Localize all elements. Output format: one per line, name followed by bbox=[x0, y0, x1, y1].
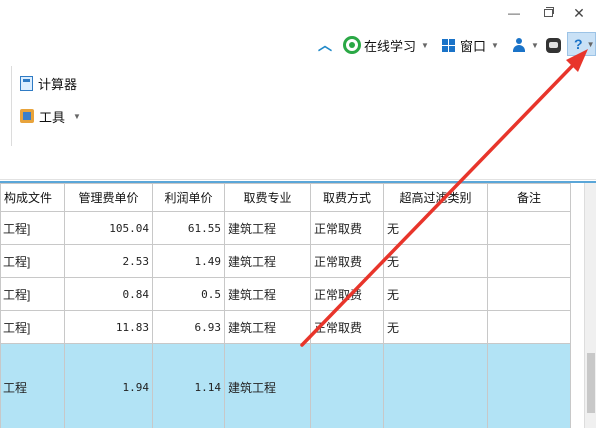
table-cell[interactable]: 工程] bbox=[0, 310, 65, 344]
table-row[interactable]: 工程] 11.83 6.93 建筑工程 正常取费 无 bbox=[0, 310, 571, 344]
table-cell[interactable] bbox=[487, 343, 571, 428]
table-cell[interactable]: 建筑工程 bbox=[224, 277, 311, 311]
table-cell[interactable]: 正常取费 bbox=[310, 244, 384, 278]
tools-label: 工具 bbox=[39, 109, 66, 125]
table-row[interactable]: 工程] 0.84 0.5 建筑工程 正常取费 无 bbox=[0, 277, 571, 311]
table-cell[interactable]: 建筑工程 bbox=[224, 310, 311, 344]
table-row[interactable]: 工程] 2.53 1.49 建筑工程 正常取费 无 bbox=[0, 244, 571, 278]
assistant-button[interactable] bbox=[546, 34, 561, 56]
column-header[interactable]: 构成文件 bbox=[0, 183, 65, 212]
table-cell[interactable]: 工程] bbox=[0, 211, 65, 245]
tools-icon bbox=[20, 109, 34, 123]
table-cell[interactable]: 无 bbox=[383, 211, 488, 245]
window-menu-label: 窗口 bbox=[460, 38, 487, 54]
table-cell[interactable]: 0.5 bbox=[152, 277, 225, 311]
robot-icon bbox=[546, 37, 561, 53]
table-cell[interactable]: 1.14 bbox=[152, 343, 225, 428]
window-grid-icon bbox=[442, 38, 455, 52]
column-header[interactable]: 超高过滤类别 bbox=[383, 183, 488, 212]
vertical-scrollbar[interactable] bbox=[584, 183, 596, 428]
user-icon bbox=[512, 38, 526, 52]
window-menu-button[interactable]: 窗口 ▼ bbox=[442, 34, 499, 56]
table-cell[interactable]: 建筑工程 bbox=[224, 244, 311, 278]
top-toolbar: ︿ 在线学习 ▼ 窗口 ▼ ▼ bbox=[0, 30, 596, 60]
table-row-selected[interactable]: 工程 1.94 1.14 建筑工程 bbox=[0, 343, 571, 428]
online-learning-button[interactable]: 在线学习 ▼ bbox=[343, 34, 429, 56]
ribbon-panel: 计算器 工具 ▼ bbox=[0, 60, 596, 180]
table-cell[interactable]: 无 bbox=[383, 310, 488, 344]
chevron-down-icon: ▼ bbox=[73, 111, 81, 121]
table-cell[interactable]: 无 bbox=[383, 277, 488, 311]
chevron-up-icon[interactable]: ︿ bbox=[318, 34, 332, 56]
column-header[interactable]: 取费方式 bbox=[310, 183, 384, 212]
calculator-label: 计算器 bbox=[38, 76, 78, 92]
table-cell[interactable]: 正常取费 bbox=[310, 277, 384, 311]
table-cell[interactable]: 正常取费 bbox=[310, 211, 384, 245]
table-cell[interactable]: 建筑工程 bbox=[224, 343, 311, 428]
table-cell[interactable]: 6.93 bbox=[152, 310, 225, 344]
table-cell[interactable] bbox=[383, 343, 488, 428]
chevron-down-icon: ▼ bbox=[421, 40, 429, 50]
table-row[interactable]: 工程] 105.04 61.55 建筑工程 正常取费 无 bbox=[0, 211, 571, 245]
help-icon: ? bbox=[574, 36, 583, 52]
title-bar: — ✕ bbox=[0, 0, 596, 30]
table-cell[interactable]: 建筑工程 bbox=[224, 211, 311, 245]
scrollbar-thumb[interactable] bbox=[587, 353, 595, 413]
table-cell[interactable]: 1.49 bbox=[152, 244, 225, 278]
table-cell[interactable] bbox=[487, 244, 571, 278]
table-cell[interactable]: 工程] bbox=[0, 277, 65, 311]
fee-table: 构成文件 管理费单价 利润单价 取费专业 取费方式 超高过滤类别 备注 工程] … bbox=[0, 183, 596, 428]
column-header[interactable]: 备注 bbox=[487, 183, 571, 212]
table-cell[interactable]: 105.04 bbox=[64, 211, 153, 245]
table-cell[interactable]: 11.83 bbox=[64, 310, 153, 344]
table-cell[interactable] bbox=[487, 277, 571, 311]
table-cell[interactable]: 无 bbox=[383, 244, 488, 278]
ribbon-divider bbox=[11, 66, 12, 146]
table-cell[interactable]: 2.53 bbox=[64, 244, 153, 278]
chevron-down-icon: ▼ bbox=[491, 40, 499, 50]
column-header[interactable]: 利润单价 bbox=[152, 183, 225, 212]
column-header[interactable]: 管理费单价 bbox=[64, 183, 153, 212]
headset-icon bbox=[343, 36, 361, 54]
table-cell[interactable] bbox=[487, 211, 571, 245]
help-button[interactable]: ? ▼ bbox=[567, 32, 596, 56]
table-cell[interactable]: 正常取费 bbox=[310, 310, 384, 344]
calculator-button[interactable]: 计算器 bbox=[20, 72, 77, 94]
online-learning-label: 在线学习 bbox=[364, 38, 417, 54]
calculator-icon bbox=[20, 75, 33, 91]
table-header-row: 构成文件 管理费单价 利润单价 取费专业 取费方式 超高过滤类别 备注 bbox=[0, 183, 571, 212]
tools-button[interactable]: 工具 ▼ bbox=[20, 105, 81, 127]
table-cell[interactable] bbox=[310, 343, 384, 428]
close-button[interactable]: ✕ bbox=[568, 4, 590, 22]
chevron-down-icon: ▼ bbox=[586, 39, 595, 49]
minimize-button[interactable]: — bbox=[503, 4, 525, 22]
user-menu-button[interactable]: ▼ bbox=[512, 34, 539, 56]
table-cell[interactable] bbox=[487, 310, 571, 344]
table-cell[interactable]: 1.94 bbox=[64, 343, 153, 428]
table-cell[interactable]: 61.55 bbox=[152, 211, 225, 245]
table-cell[interactable]: 0.84 bbox=[64, 277, 153, 311]
restore-button[interactable] bbox=[537, 4, 559, 22]
chevron-down-icon: ▼ bbox=[531, 40, 539, 50]
table-cell[interactable]: 工程 bbox=[0, 343, 65, 428]
column-header[interactable]: 取费专业 bbox=[224, 183, 311, 212]
table-cell[interactable]: 工程] bbox=[0, 244, 65, 278]
